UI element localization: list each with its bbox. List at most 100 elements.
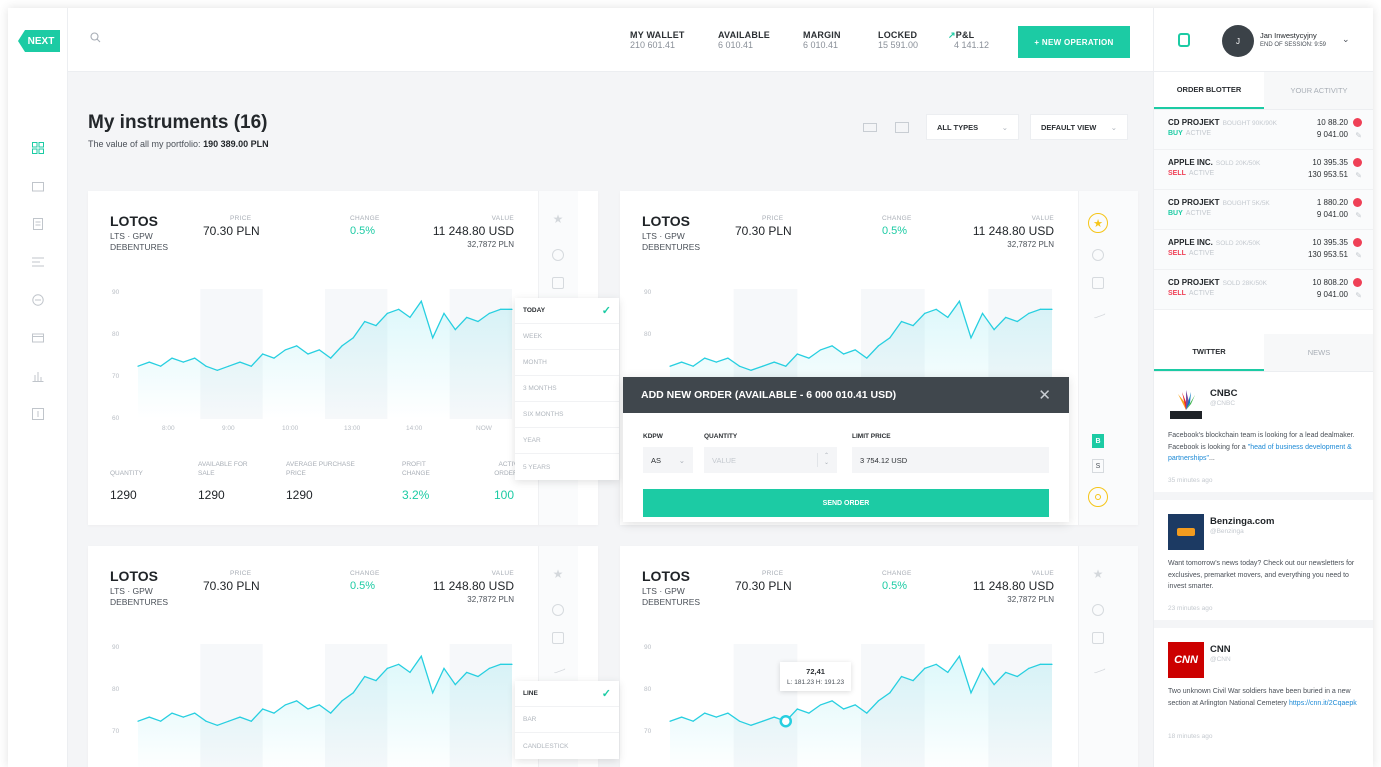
- stepper-icon[interactable]: ⌃ ⌄: [816, 453, 829, 467]
- sell-side-icon[interactable]: S: [1092, 459, 1104, 473]
- star-icon[interactable]: ★: [1088, 564, 1108, 584]
- chart-type-option[interactable]: LINE ✓: [515, 681, 619, 707]
- data-point: [1051, 663, 1053, 665]
- cancel-icon[interactable]: [1353, 278, 1362, 287]
- data-point: [137, 720, 139, 722]
- logo[interactable]: NEXT: [18, 30, 60, 52]
- chart-icon[interactable]: [32, 370, 44, 382]
- order-row[interactable]: CD PROJEKT SOLD 28K/50K SELL ACTIVE 10 808…: [1154, 270, 1373, 310]
- trend-icon[interactable]: [550, 658, 566, 674]
- list-view-icon[interactable]: [863, 123, 877, 132]
- location-icon[interactable]: [1088, 487, 1108, 507]
- buy-side-icon[interactable]: B: [1092, 434, 1104, 448]
- period-option[interactable]: TODAY ✓: [515, 298, 619, 324]
- types-select[interactable]: ALL TYPES ⌄: [926, 114, 1019, 140]
- bell-icon[interactable]: [1092, 249, 1104, 261]
- kdpw-select[interactable]: AS ⌄: [643, 447, 693, 473]
- data-point: [318, 349, 320, 351]
- tweet-handle: @CNBC: [1210, 400, 1236, 407]
- info-icon[interactable]: [32, 408, 44, 420]
- order-row[interactable]: CD PROJEKT BOUGHT 90K/90K BUY ACTIVE 10 88…: [1154, 110, 1373, 150]
- edit-icon[interactable]: ✎: [1355, 211, 1362, 220]
- trend-icon[interactable]: [1090, 303, 1106, 319]
- edit-icon[interactable]: ✎: [1355, 171, 1362, 180]
- price-value: 70.30 PLN: [735, 224, 792, 238]
- send-order-button[interactable]: SEND ORDER: [643, 489, 1049, 517]
- bell-icon[interactable]: [552, 249, 564, 261]
- trend-icon[interactable]: [1090, 658, 1106, 674]
- limit-price-input[interactable]: 3 754.12 USD: [852, 447, 1049, 473]
- hover-marker[interactable]: [779, 714, 793, 728]
- calendar-icon[interactable]: [1092, 632, 1104, 644]
- star-icon[interactable]: ★: [548, 209, 568, 229]
- period-option[interactable]: 5 YEARS: [515, 454, 619, 480]
- tweet-link[interactable]: https://cnn.it/2Cqaepk: [1289, 700, 1357, 707]
- y-tick: 90: [112, 644, 120, 651]
- benzinga-logo-icon: [1168, 514, 1204, 550]
- order-row[interactable]: APPLE INC. SOLD 20K/50K SELL ACTIVE 10 395…: [1154, 150, 1373, 190]
- cancel-icon[interactable]: [1353, 158, 1362, 167]
- document-icon[interactable]: [32, 218, 44, 230]
- stat-label: MY WALLET: [630, 30, 685, 40]
- edit-icon[interactable]: ✎: [1355, 291, 1362, 300]
- chart-type-option[interactable]: CANDLESTICK: [515, 733, 619, 759]
- cancel-icon[interactable]: [1353, 198, 1362, 207]
- list-icon[interactable]: [32, 256, 44, 268]
- period-option[interactable]: SIX MONTHS: [515, 402, 619, 428]
- quantity-input[interactable]: VALUE ⌃ ⌄: [704, 447, 837, 473]
- calendar-icon[interactable]: [552, 277, 564, 289]
- close-icon[interactable]: ✕: [1038, 386, 1051, 404]
- order-status: ACTIVE: [1188, 170, 1215, 177]
- data-point: [924, 312, 926, 314]
- edit-icon[interactable]: ✎: [1355, 131, 1362, 140]
- tab-news[interactable]: NEWS: [1264, 334, 1373, 371]
- value-sub: 32,7872 PLN: [1007, 240, 1054, 249]
- notifications-icon[interactable]: [1178, 33, 1190, 47]
- star-icon[interactable]: ★: [548, 564, 568, 584]
- data-point: [692, 720, 694, 722]
- chevron-down-icon[interactable]: ⌄: [1342, 34, 1350, 45]
- tab-order-blotter[interactable]: ORDER BLOTTER: [1154, 72, 1264, 109]
- order-row[interactable]: CD PROJEKT BOUGHT 5K/5K BUY ACTIVE 1 880.2…: [1154, 190, 1373, 230]
- calendar-icon[interactable]: [1092, 277, 1104, 289]
- period-option[interactable]: YEAR: [515, 428, 619, 454]
- period-option[interactable]: MONTH: [515, 350, 619, 376]
- data-point: [386, 667, 388, 669]
- dashboard-icon[interactable]: [32, 142, 44, 154]
- period-option[interactable]: WEEK: [515, 324, 619, 350]
- calendar-icon[interactable]: [552, 632, 564, 644]
- avatar[interactable]: J: [1222, 25, 1254, 57]
- tweet[interactable]: CNBC @CNBC Facebook's blockchain team is…: [1154, 372, 1373, 500]
- bell-icon[interactable]: [1092, 604, 1104, 616]
- new-operation-button[interactable]: + NEW OPERATION: [1018, 26, 1130, 58]
- grid-view-icon[interactable]: [895, 122, 909, 133]
- tweet[interactable]: CNN CNN @CNN Two unknown Civil War soldi…: [1154, 628, 1373, 767]
- data-point: [239, 716, 241, 718]
- cancel-icon[interactable]: [1353, 238, 1362, 247]
- order-value: 10 808.20: [1312, 278, 1348, 287]
- clock-icon[interactable]: [32, 294, 44, 306]
- card-icon[interactable]: [32, 332, 44, 344]
- bell-icon[interactable]: [552, 604, 564, 616]
- chart-tooltip: 72,41 L: 181.23 H: 191.23: [780, 662, 852, 691]
- tab-twitter[interactable]: TWITTER: [1154, 334, 1264, 371]
- price-value: 70.30 PLN: [203, 579, 260, 593]
- view-select[interactable]: DEFAULT VIEW ⌄: [1030, 114, 1128, 140]
- tweet[interactable]: Benzinga.com @Benzinga Want tomorrow's n…: [1154, 500, 1373, 628]
- edit-icon[interactable]: ✎: [1355, 251, 1362, 260]
- star-icon[interactable]: ★: [1088, 213, 1108, 233]
- tooltip-high: H: 191.23: [815, 679, 845, 686]
- period-option[interactable]: 3 MONTHS: [515, 376, 619, 402]
- price-chart[interactable]: [640, 638, 1058, 767]
- search-icon[interactable]: [90, 32, 101, 43]
- wallet-icon[interactable]: [32, 180, 44, 192]
- chart-type-option[interactable]: BAR: [515, 707, 619, 733]
- tab-your-activity[interactable]: YOUR ACTIVITY: [1264, 72, 1373, 109]
- cancel-icon[interactable]: [1353, 118, 1362, 127]
- data-point: [1005, 671, 1007, 674]
- price-chart[interactable]: [108, 638, 518, 767]
- instrument-ticker: LTS · GPW: [110, 231, 153, 241]
- price-chart[interactable]: [108, 283, 518, 433]
- order-row[interactable]: APPLE INC. SOLD 20K/50K SELL ACTIVE 10 395…: [1154, 230, 1373, 270]
- data-point: [205, 365, 207, 367]
